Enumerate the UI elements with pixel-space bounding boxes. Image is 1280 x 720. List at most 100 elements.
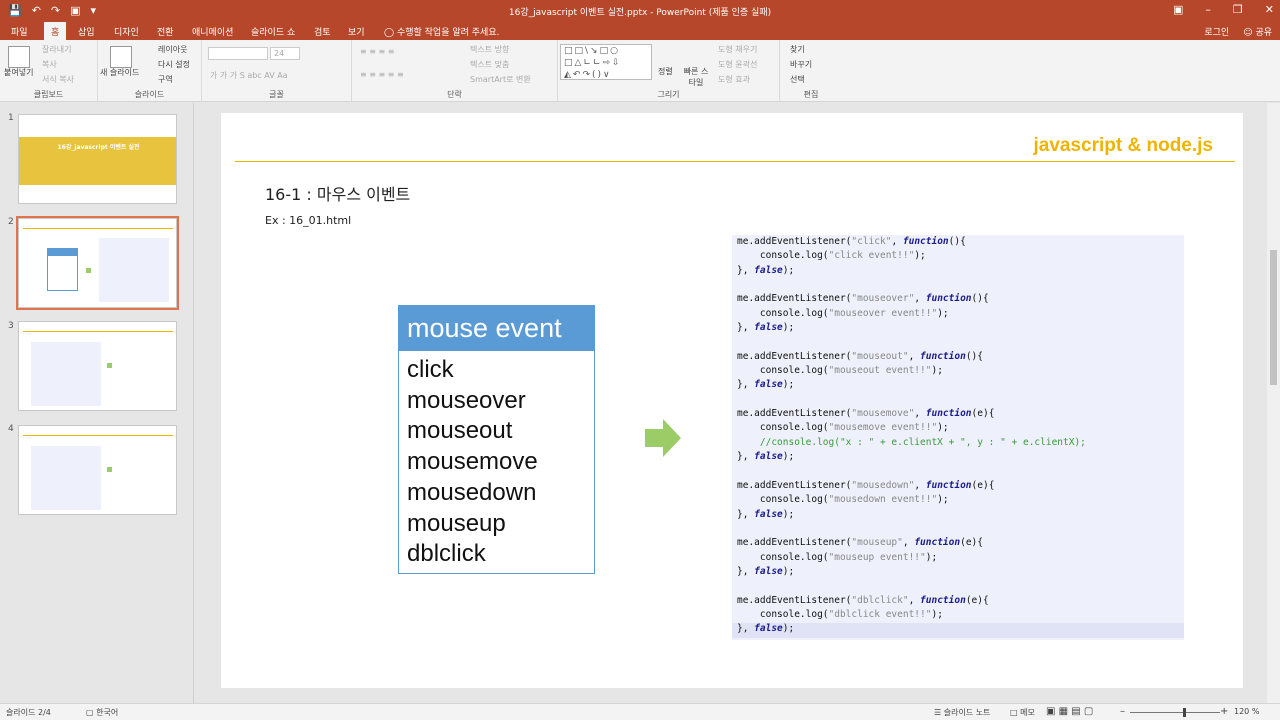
code-text: ); xyxy=(782,264,795,276)
code-listing[interactable]: me.addEventListener("click", function(){… xyxy=(732,235,1184,640)
format-painter-button[interactable]: 서식 복사 xyxy=(42,74,74,85)
thumbnail-slide-2[interactable] xyxy=(16,216,179,310)
thumb-number: 2 xyxy=(8,217,14,227)
slide-title[interactable]: 16-1 : 마우스 이벤트 xyxy=(265,181,410,205)
tab-insert[interactable]: 삽입 xyxy=(78,25,95,38)
tab-file[interactable]: 파일 xyxy=(11,25,28,38)
code-text: console.log( xyxy=(737,551,829,563)
list-buttons[interactable]: ≡ ≡ ≡ ≡ xyxy=(360,47,394,56)
view-buttons[interactable]: ▣ ▦ ▤ ▢ xyxy=(1046,706,1093,717)
comments-button[interactable]: □ 메모 xyxy=(1010,707,1035,718)
code-text: ); xyxy=(937,307,949,319)
paste-button[interactable]: 붙여넣기 xyxy=(4,67,33,78)
code-text: ); xyxy=(782,379,795,391)
thumb-code xyxy=(99,238,169,302)
font-name-box[interactable] xyxy=(208,47,268,60)
smartart-button[interactable]: SmartArt로 변환 xyxy=(470,74,531,85)
new-slide-icon[interactable] xyxy=(110,46,132,68)
tab-animations[interactable]: 애니메이션 xyxy=(192,25,233,38)
tab-review[interactable]: 검토 xyxy=(314,25,331,38)
tab-transitions[interactable]: 전환 xyxy=(157,25,174,38)
vertical-scrollbar[interactable] xyxy=(1267,103,1280,703)
align-text-button[interactable]: 텍스트 맞춤 xyxy=(470,59,509,70)
code-text: }, xyxy=(737,508,755,520)
shape-fill-button[interactable]: 도형 채우기 xyxy=(718,44,757,55)
code-keyword: function xyxy=(914,537,961,549)
select-button[interactable]: 선택 xyxy=(790,74,805,85)
restore-icon[interactable]: ❐ xyxy=(1233,3,1243,16)
zoom-slider[interactable] xyxy=(1130,712,1220,713)
code-text: me.addEventListener( xyxy=(737,293,852,305)
new-slide-button[interactable]: 새 슬라이드 xyxy=(100,67,139,78)
code-keyword: function xyxy=(925,408,972,420)
thumbnail-slide-3[interactable] xyxy=(18,321,177,411)
code-comment: //console.log("x : " + e.clientX + ", y … xyxy=(737,436,1086,448)
event-item: mouseover xyxy=(407,386,526,414)
thumb-number: 3 xyxy=(8,321,14,331)
thumb-arrow xyxy=(86,268,91,273)
code-text: ); xyxy=(914,250,926,262)
copy-button[interactable]: 복사 xyxy=(42,59,57,70)
code-string: "mousemove" xyxy=(851,408,915,420)
shape-effects-button[interactable]: 도형 효과 xyxy=(718,74,750,85)
code-line: console.log("dblclick event!!"); xyxy=(737,609,1184,623)
layout-button[interactable]: 레이아웃 xyxy=(158,44,187,55)
zoom-in-icon[interactable]: + xyxy=(1220,706,1228,717)
thumbnail-slide-1[interactable]: 16강_javascript 이벤트 실전 xyxy=(18,114,177,204)
share-label: 공유 xyxy=(1255,28,1272,38)
thumb-arrow xyxy=(107,467,112,472)
align-buttons[interactable]: ≡ ≡ ≡ ≡ ≡ xyxy=(360,70,404,79)
code-line: }, false); xyxy=(737,566,1184,580)
code-string: "dblclick" xyxy=(851,594,909,606)
shape-outline-button[interactable]: 도형 윤곽선 xyxy=(718,59,757,70)
current-slide[interactable]: javascript & node.js 16-1 : 마우스 이벤트 Ex :… xyxy=(221,113,1243,688)
thumb-number: 4 xyxy=(8,424,14,434)
tell-me-box[interactable]: ◯ 수행할 작업을 알려 주세요. xyxy=(384,25,499,38)
ribbon-display-icon[interactable]: ▣ xyxy=(1173,3,1183,16)
font-size-box[interactable]: 24 xyxy=(270,47,300,60)
scrollbar-thumb[interactable] xyxy=(1270,250,1277,385)
thumb-event-box xyxy=(47,248,78,291)
reset-button[interactable]: 다시 설정 xyxy=(158,59,190,70)
code-line: me.addEventListener("mouseout", function… xyxy=(737,351,1184,365)
slide-subtitle[interactable]: Ex : 16_01.html xyxy=(265,214,351,227)
cut-button[interactable]: 잘라내기 xyxy=(42,44,71,55)
code-text: (e){ xyxy=(960,537,983,549)
tab-slideshow[interactable]: 슬라이드 쇼 xyxy=(251,25,295,38)
login-button[interactable]: 로그인 xyxy=(1204,25,1229,38)
minimize-icon[interactable]: – xyxy=(1205,3,1211,16)
notes-button[interactable]: ☰ 슬라이드 노트 xyxy=(934,707,990,718)
section-button[interactable]: 구역 xyxy=(158,74,173,85)
font-label: 글꼴 xyxy=(269,90,284,99)
mouse-event-box[interactable]: mouse event click mouseover mouseout mou… xyxy=(398,305,595,574)
close-icon[interactable]: ✕ xyxy=(1265,3,1274,16)
code-text: }, xyxy=(737,623,755,635)
text-direction-button[interactable]: 텍스트 방향 xyxy=(470,44,509,55)
arrange-button[interactable]: 정렬 xyxy=(658,66,673,77)
paste-icon[interactable] xyxy=(8,46,30,68)
zoom-slider-knob[interactable] xyxy=(1183,708,1186,717)
replace-button[interactable]: 바꾸기 xyxy=(790,59,812,70)
code-string: "dblclick event!!" xyxy=(828,608,932,620)
tab-view[interactable]: 보기 xyxy=(348,25,365,38)
quick-styles-button[interactable]: 빠른 스타일 xyxy=(682,66,710,88)
right-arrow-icon[interactable] xyxy=(645,419,681,457)
share-button[interactable]: ☺ 공유 xyxy=(1243,25,1272,38)
language-indicator[interactable]: ▢ 한국어 xyxy=(86,707,118,718)
code-string: "click event!!" xyxy=(828,250,915,262)
find-button[interactable]: 찾기 xyxy=(790,44,805,55)
thumbnail-slide-4[interactable] xyxy=(18,425,177,515)
code-keyword: function xyxy=(925,479,972,491)
code-keyword: function xyxy=(925,293,972,305)
thumb-title: 16강_javascript 이벤트 실전 xyxy=(57,144,140,151)
shapes-gallery[interactable]: □□\↘□○ □△∟∟⇨⇩ ◭↶↷()∨ xyxy=(560,44,652,80)
code-string: "mouseout event!!" xyxy=(828,365,932,377)
code-text: , xyxy=(914,408,926,420)
tab-home[interactable]: 홈 xyxy=(44,22,67,40)
zoom-out-icon[interactable]: – xyxy=(1120,706,1125,717)
zoom-level[interactable]: 120 % xyxy=(1234,707,1259,716)
font-style-buttons[interactable]: 가 가 가 S abc AV Aa xyxy=(210,70,288,81)
tab-design[interactable]: 디자인 xyxy=(114,25,139,38)
code-line: me.addEventListener("mousemove", functio… xyxy=(737,408,1184,422)
